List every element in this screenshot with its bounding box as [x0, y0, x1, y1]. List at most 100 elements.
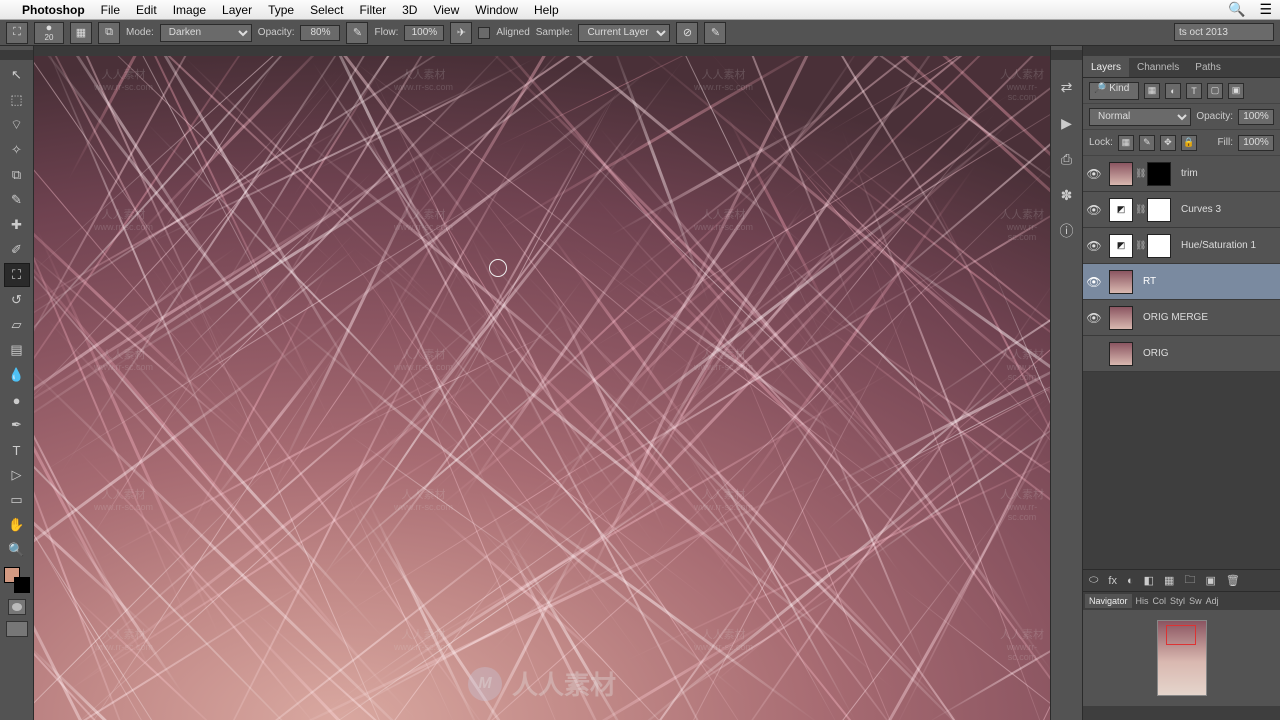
- hand-tool[interactable]: ✋: [4, 513, 30, 537]
- lock-paint-icon[interactable]: ✎: [1139, 135, 1155, 151]
- layer-row[interactable]: 👁 RT: [1083, 264, 1280, 300]
- layer-thumb[interactable]: ◩: [1109, 198, 1133, 222]
- menu-file[interactable]: File: [101, 3, 120, 17]
- dock-icon-3[interactable]: ⎙: [1055, 148, 1079, 170]
- flow-input[interactable]: [404, 25, 444, 41]
- visibility-toggle-icon[interactable]: 👁: [1083, 311, 1105, 325]
- screen-mode-toggle[interactable]: [6, 621, 28, 637]
- brush-preset-picker[interactable]: ● 20: [34, 22, 64, 44]
- eraser-tool[interactable]: ▱: [4, 313, 30, 337]
- layer-row[interactable]: ORIG: [1083, 336, 1280, 372]
- tab-paths[interactable]: Paths: [1187, 58, 1229, 77]
- menu-extras-icon[interactable]: ☰: [1259, 1, 1272, 18]
- dock-icon-5[interactable]: ⓘ: [1055, 220, 1079, 242]
- new-layer-icon[interactable]: ▣: [1205, 574, 1215, 587]
- layer-mask-thumb[interactable]: [1147, 162, 1171, 186]
- layer-opacity-input[interactable]: [1238, 109, 1274, 125]
- aligned-checkbox[interactable]: [478, 27, 490, 39]
- tool-preset-icon[interactable]: ⛶: [6, 22, 28, 44]
- layer-name[interactable]: ORIG MERGE: [1137, 312, 1280, 323]
- tab-styles[interactable]: Styl: [1170, 596, 1185, 606]
- panels-handle[interactable]: [1083, 46, 1280, 56]
- marquee-tool[interactable]: ⬚: [4, 88, 30, 112]
- tab-channels[interactable]: Channels: [1129, 58, 1187, 77]
- layer-row[interactable]: 👁 ORIG MERGE: [1083, 300, 1280, 336]
- layer-name[interactable]: RT: [1137, 276, 1280, 287]
- tab-color[interactable]: Col: [1153, 596, 1167, 606]
- link-layers-icon[interactable]: ⬭: [1089, 574, 1098, 587]
- layer-link-icon[interactable]: ⛓: [1135, 168, 1145, 179]
- filter-adj-icon[interactable]: ◐: [1165, 83, 1181, 99]
- filter-smart-icon[interactable]: ▣: [1228, 83, 1244, 99]
- menu-view[interactable]: View: [433, 3, 459, 17]
- layer-row[interactable]: 👁⛓trim: [1083, 156, 1280, 192]
- menu-edit[interactable]: Edit: [136, 3, 157, 17]
- layer-blend-mode-select[interactable]: Normal: [1089, 108, 1191, 126]
- app-name[interactable]: Photoshop: [22, 3, 85, 17]
- healing-tool[interactable]: ✚: [4, 213, 30, 237]
- zoom-tool[interactable]: 🔍: [4, 538, 30, 562]
- layer-thumb[interactable]: ◩: [1109, 234, 1133, 258]
- pen-tool[interactable]: ✒: [4, 413, 30, 437]
- airbrush-icon[interactable]: ✈: [450, 22, 472, 44]
- menu-layer[interactable]: Layer: [222, 3, 252, 17]
- brush-tool[interactable]: ✐: [4, 238, 30, 262]
- clone-source-toggle-icon[interactable]: ⧉: [98, 22, 120, 44]
- layers-empty-area[interactable]: [1083, 372, 1280, 569]
- menu-window[interactable]: Window: [475, 3, 518, 17]
- layer-group-icon[interactable]: ▦: [1164, 574, 1174, 587]
- tab-adjust[interactable]: Adj: [1206, 596, 1219, 606]
- sample-select[interactable]: Current Layer: [578, 24, 670, 42]
- workspace-switcher[interactable]: ts oct 2013: [1174, 23, 1274, 41]
- layer-mask-thumb[interactable]: [1147, 198, 1171, 222]
- blend-mode-select[interactable]: Darken: [160, 24, 252, 42]
- path-select-tool[interactable]: ▷: [4, 463, 30, 487]
- tab-swatches[interactable]: Sw: [1189, 596, 1202, 606]
- dock-strip-handle[interactable]: [1051, 50, 1082, 60]
- navigator-thumbnail[interactable]: [1157, 620, 1207, 696]
- layer-link-icon[interactable]: ⛓: [1135, 204, 1145, 215]
- filter-pixel-icon[interactable]: ▦: [1144, 83, 1160, 99]
- navigator-view-box[interactable]: [1166, 625, 1196, 645]
- background-swatch[interactable]: [14, 577, 30, 593]
- layer-fx-icon[interactable]: fx: [1108, 575, 1117, 587]
- layer-mask-thumb[interactable]: [1147, 234, 1171, 258]
- tab-navigator[interactable]: Navigator: [1085, 594, 1132, 608]
- layer-name[interactable]: ORIG: [1137, 348, 1280, 359]
- color-swatches[interactable]: [4, 567, 30, 593]
- menu-select[interactable]: Select: [310, 3, 343, 17]
- layer-filter-kind[interactable]: 🔎 Kind: [1089, 82, 1139, 100]
- layer-thumb[interactable]: [1109, 162, 1133, 186]
- visibility-toggle-icon[interactable]: 👁: [1083, 203, 1105, 217]
- menu-type[interactable]: Type: [268, 3, 294, 17]
- lock-position-icon[interactable]: ✥: [1160, 135, 1176, 151]
- menu-image[interactable]: Image: [173, 3, 206, 17]
- layer-fill-input[interactable]: [1238, 135, 1274, 151]
- layer-mask-icon[interactable]: ◐: [1127, 575, 1134, 587]
- adj-layer-icon[interactable]: ◧: [1144, 574, 1154, 587]
- layer-name[interactable]: Hue/Saturation 1: [1175, 240, 1280, 251]
- layer-name[interactable]: trim: [1175, 168, 1280, 179]
- tab-history[interactable]: His: [1136, 596, 1149, 606]
- wand-tool[interactable]: ✧: [4, 138, 30, 162]
- canvas[interactable]: 人人素材www.rr-sc.com人人素材www.rr-sc.com人人素材ww…: [34, 56, 1050, 720]
- quick-mask-toggle[interactable]: [8, 599, 26, 615]
- lock-all-icon[interactable]: 🔒: [1181, 135, 1197, 151]
- dock-icon-1[interactable]: ⇄: [1055, 76, 1079, 98]
- layer-link-icon[interactable]: ⛓: [1135, 240, 1145, 251]
- navigator-body[interactable]: [1083, 610, 1280, 706]
- layer-row[interactable]: 👁◩⛓Curves 3: [1083, 192, 1280, 228]
- dodge-tool[interactable]: ●: [4, 388, 30, 412]
- toolbar-tab-handle[interactable]: [0, 50, 33, 60]
- eyedropper-tool[interactable]: ✎: [4, 188, 30, 212]
- gradient-tool[interactable]: ▤: [4, 338, 30, 362]
- move-tool[interactable]: ↖: [4, 63, 30, 87]
- menu-3d[interactable]: 3D: [402, 3, 417, 17]
- pressure-size-icon[interactable]: ✎: [704, 22, 726, 44]
- visibility-toggle-icon[interactable]: 👁: [1083, 275, 1105, 289]
- brush-panel-toggle-icon[interactable]: ▦: [70, 22, 92, 44]
- layer-thumb[interactable]: [1109, 342, 1133, 366]
- tab-layers[interactable]: Layers: [1083, 58, 1129, 77]
- layer-thumb[interactable]: [1109, 270, 1133, 294]
- dock-icon-2[interactable]: ▶: [1055, 112, 1079, 134]
